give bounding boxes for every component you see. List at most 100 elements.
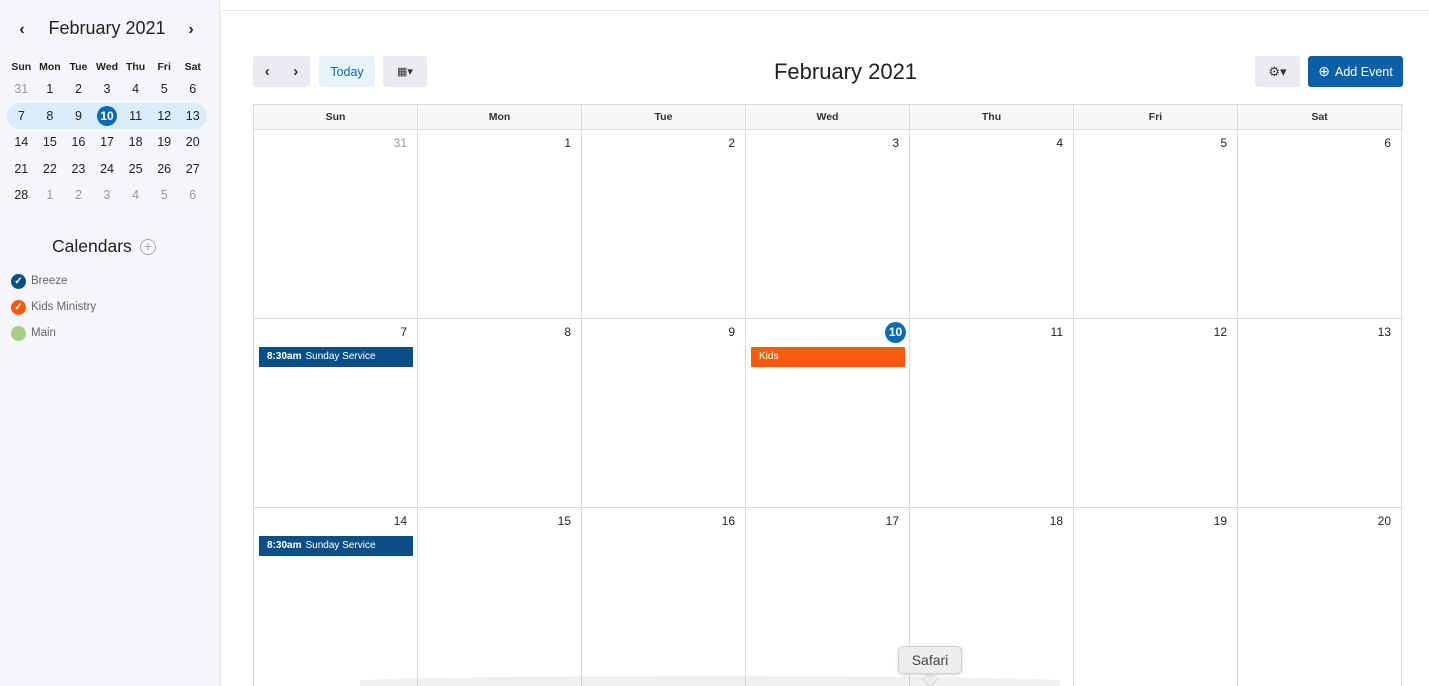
mini-day[interactable]: 4 — [121, 188, 150, 202]
mini-prev-month-icon[interactable]: ‹ — [12, 20, 32, 40]
color-dot-icon[interactable] — [11, 325, 26, 341]
day-cell[interactable]: 12 — [1074, 319, 1238, 507]
mini-day[interactable]: 22 — [36, 162, 65, 176]
day-number: 11 — [1050, 325, 1063, 339]
mini-day[interactable]: 1 — [36, 82, 65, 96]
mini-day[interactable]: 25 — [121, 162, 150, 176]
next-month-button[interactable]: › — [293, 63, 298, 80]
calendar-item[interactable]: Main — [11, 320, 96, 346]
mini-calendar-title: February 2021 — [48, 18, 166, 38]
calendar-item[interactable]: ✓ Kids Ministry — [11, 294, 96, 320]
mini-day[interactable]: 12 — [150, 109, 179, 123]
mini-next-month-icon[interactable]: › — [181, 20, 201, 40]
gear-icon: ⚙▾ — [1268, 63, 1287, 79]
calendars-heading: Calendars — [52, 236, 132, 256]
day-cell[interactable]: 2 — [582, 130, 746, 318]
mini-calendar-header: ‹ February 2021 › — [0, 14, 214, 46]
event-time: 8:30am — [267, 351, 302, 362]
day-cell[interactable]: 14 8:30am Sunday Service — [254, 508, 418, 686]
settings-button[interactable]: ⚙▾ — [1255, 56, 1300, 87]
mini-day[interactable]: 5 — [150, 188, 179, 202]
mini-day[interactable]: 20 — [178, 135, 207, 149]
weekday-header: Thu — [910, 105, 1074, 129]
add-event-label: Add Event — [1335, 64, 1393, 79]
mini-day[interactable]: 2 — [64, 82, 93, 96]
mini-day[interactable]: 17 — [93, 135, 122, 149]
day-cell[interactable]: 31 — [254, 130, 418, 318]
day-cell[interactable]: 6 — [1238, 130, 1402, 318]
mini-weekday: Tue — [69, 61, 88, 73]
mini-day[interactable]: 13 — [178, 109, 207, 123]
today-button[interactable]: Today — [319, 56, 375, 87]
calendar-event[interactable]: 8:30am Sunday Service — [259, 347, 413, 367]
event-time: 8:30am — [267, 540, 302, 551]
mini-day[interactable]: 14 — [7, 135, 36, 149]
mini-day[interactable]: 24 — [93, 162, 122, 176]
add-calendar-icon[interactable]: + — [140, 239, 156, 255]
day-cell[interactable]: 16 — [582, 508, 746, 686]
mini-day[interactable]: 4 — [121, 82, 150, 96]
week-row: 31 1 2 3 4 5 6 — [254, 130, 1403, 319]
mini-day[interactable]: 10 — [93, 105, 122, 126]
day-cell[interactable]: 11 — [910, 319, 1074, 507]
day-cell[interactable]: 8 — [418, 319, 582, 507]
weekday-header: Mon — [418, 105, 582, 129]
calendar-item[interactable]: ✓ Breeze — [11, 268, 96, 294]
mini-day[interactable]: 18 — [121, 135, 150, 149]
day-number: 8 — [564, 325, 571, 339]
mini-day[interactable]: 19 — [150, 135, 179, 149]
calendar-list: ✓ Breeze ✓ Kids Ministry Main — [11, 268, 96, 346]
day-cell[interactable]: 1 — [418, 130, 582, 318]
mini-day[interactable]: 6 — [178, 82, 207, 96]
mini-weekday-row: Sun Mon Tue Wed Thu Fri Sat — [7, 60, 207, 74]
mini-day[interactable]: 3 — [93, 188, 122, 202]
mini-day[interactable]: 23 — [64, 162, 93, 176]
day-cell[interactable]: 5 — [1074, 130, 1238, 318]
mini-day[interactable]: 6 — [178, 188, 207, 202]
week-row: 14 8:30am Sunday Service 15 16 17 18 19 20 — [254, 508, 1403, 686]
day-cell[interactable]: 17 — [746, 508, 910, 686]
calendar-event[interactable]: 8:30am Sunday Service — [259, 536, 413, 556]
view-selector-button[interactable]: ▦▾ — [383, 56, 427, 87]
mini-day[interactable]: 26 — [150, 162, 179, 176]
mini-day[interactable]: 15 — [36, 135, 65, 149]
day-cell[interactable]: 9 — [582, 319, 746, 507]
mini-day[interactable]: 21 — [7, 162, 36, 176]
day-number: 12 — [1213, 325, 1227, 339]
mini-day[interactable]: 7 — [7, 109, 36, 123]
day-cell[interactable]: 13 — [1238, 319, 1402, 507]
mini-day[interactable]: 11 — [121, 109, 150, 123]
mini-day[interactable]: 1 — [36, 188, 65, 202]
mini-day[interactable]: 8 — [36, 109, 65, 123]
checkmark-icon[interactable]: ✓ — [11, 299, 26, 315]
mini-day[interactable]: 28 — [7, 188, 36, 202]
safari-tooltip: Safari — [898, 646, 962, 674]
checkmark-icon[interactable]: ✓ — [11, 273, 26, 289]
calendar-event[interactable]: Kids — [751, 347, 905, 367]
add-event-button[interactable]: ⊕ Add Event — [1308, 56, 1403, 87]
calendar-item-label: Breeze — [31, 275, 68, 287]
calendar-item-label: Kids Ministry — [31, 301, 97, 313]
weekday-header: Sat — [1238, 105, 1402, 129]
day-cell[interactable]: 4 — [910, 130, 1074, 318]
day-cell[interactable]: 7 8:30am Sunday Service — [254, 319, 418, 507]
day-cell[interactable]: 15 — [418, 508, 582, 686]
mini-day[interactable]: 9 — [64, 109, 93, 123]
day-number: 2 — [728, 136, 735, 150]
mini-day[interactable]: 2 — [64, 188, 93, 202]
mini-day[interactable]: 27 — [178, 162, 207, 176]
day-cell[interactable]: 10 Kids — [746, 319, 910, 507]
mini-day[interactable]: 5 — [150, 82, 179, 96]
mini-day[interactable]: 16 — [64, 135, 93, 149]
day-cell[interactable]: 19 — [1074, 508, 1238, 686]
day-cell[interactable]: 20 — [1238, 508, 1402, 686]
calendar-view-icon: ▦▾ — [397, 66, 413, 78]
prev-month-button[interactable]: ‹ — [265, 63, 270, 80]
day-number: 1 — [564, 136, 571, 150]
mini-day[interactable]: 31 — [7, 82, 36, 96]
dock-shadow — [360, 676, 1060, 686]
mini-day[interactable]: 3 — [93, 82, 122, 96]
day-number: 6 — [1384, 136, 1391, 150]
day-cell[interactable]: 3 — [746, 130, 910, 318]
event-title: Kids — [759, 351, 779, 362]
